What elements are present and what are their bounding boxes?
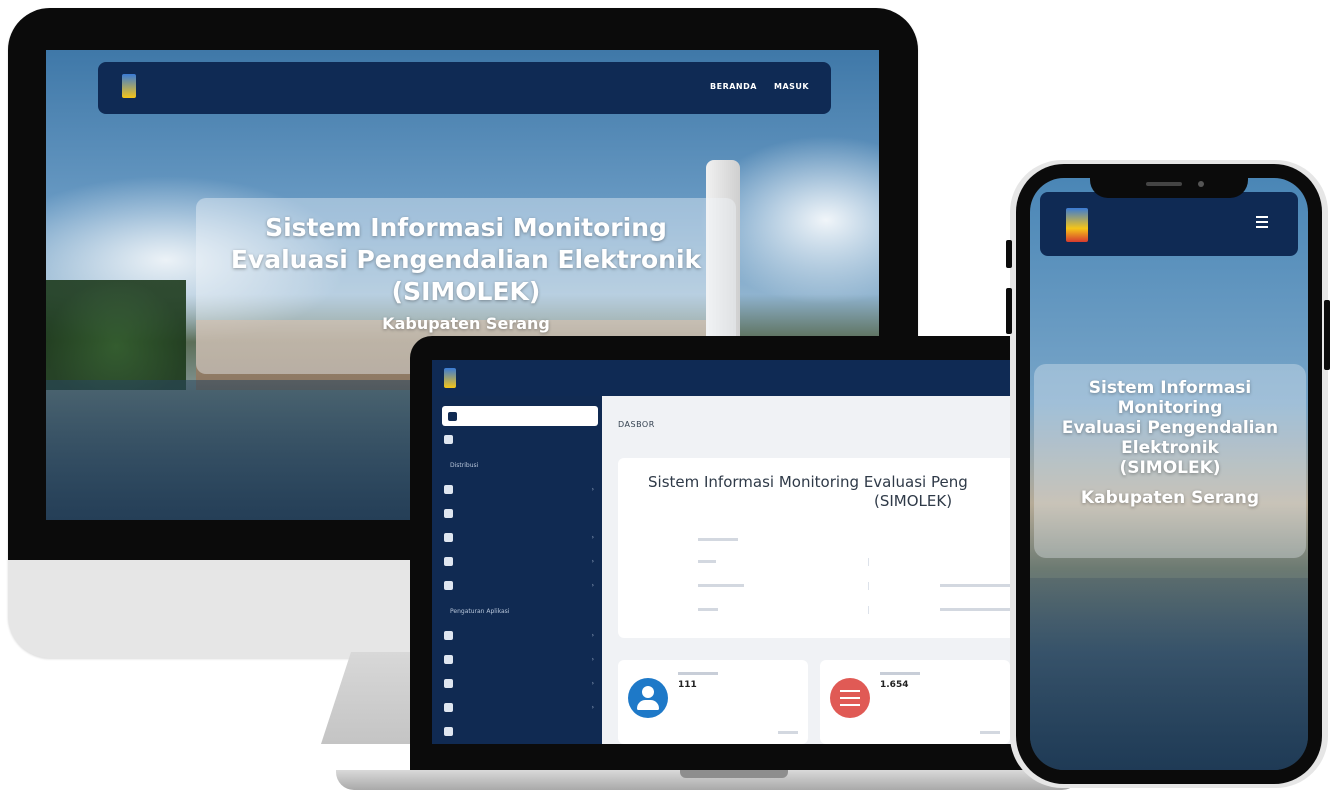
hamburger-menu-icon[interactable]	[1256, 216, 1268, 228]
desktop-hero-subtitle: Kabupaten Serang	[382, 314, 550, 333]
laptop-topbar	[432, 360, 1012, 396]
hero-title-line: Sistem Informasi	[1088, 378, 1252, 398]
sidebar-item[interactable]: ›	[444, 482, 594, 496]
folder-icon	[444, 532, 453, 542]
logo-icon[interactable]	[122, 74, 136, 98]
sidebar-item[interactable]: ›	[444, 530, 594, 544]
phone-screen: Sistem Informasi Monitoring Evaluasi Pen…	[1030, 178, 1308, 770]
info-row-value	[940, 584, 1012, 587]
info-card: Sistem Informasi Monitoring Evaluasi Pen…	[618, 458, 1012, 638]
logo-icon[interactable]	[1066, 208, 1088, 242]
info-row-label	[698, 538, 738, 541]
speaker-icon	[1146, 182, 1182, 186]
hero-title-line: (SIMOLEK)	[391, 277, 541, 306]
info-row-label	[698, 608, 718, 611]
building-icon	[444, 580, 453, 590]
phone-volume-button	[1006, 288, 1012, 334]
info-divider	[868, 582, 869, 590]
hero-title-line: (SIMOLEK)	[1119, 458, 1221, 478]
sidebar-item[interactable]: ›	[444, 700, 594, 714]
list-icon	[444, 678, 453, 688]
phone-power-button	[1324, 300, 1330, 370]
laptop-main-content: DASBOR Sistem Informasi Monitoring Evalu…	[602, 396, 1012, 744]
chart-icon	[444, 702, 453, 712]
desktop-hero-title: Sistem Informasi Monitoring Evaluasi Pen…	[196, 212, 736, 308]
user-icon	[628, 678, 668, 718]
laptop-screen: Distribusi › › › › Pengaturan Aplikasi ›…	[432, 360, 1012, 744]
logo-icon[interactable]	[444, 368, 456, 388]
hero-title-line: Evaluasi Pengendalian Elektronik	[230, 245, 702, 274]
info-divider	[868, 606, 869, 614]
phone-navbar	[1040, 192, 1298, 256]
tools-icon	[444, 630, 453, 640]
user-icon	[444, 654, 453, 664]
sidebar-section-label: Pengaturan Aplikasi	[450, 608, 510, 615]
calendar-icon	[444, 508, 453, 518]
card-title-acronym: (SIMOLEK)	[874, 492, 953, 510]
info-row-label	[698, 560, 716, 563]
phone-volume-button	[1006, 240, 1012, 268]
page-title: DASBOR	[618, 420, 655, 429]
hero-title-line: Evaluasi Pengendalian	[1061, 418, 1279, 438]
sidebar-item-dasbor[interactable]	[442, 406, 598, 426]
sidebar-item[interactable]: ›	[444, 578, 594, 592]
sidebar-item[interactable]: ›	[444, 554, 594, 568]
chevron-right-icon: ›	[591, 703, 594, 711]
building-icon	[444, 556, 453, 566]
hero-title-line: Sistem Informasi Monitoring	[265, 213, 667, 242]
sidebar-item[interactable]	[444, 506, 594, 520]
chevron-right-icon: ›	[591, 581, 594, 589]
stat-card[interactable]: 111	[618, 660, 808, 744]
info-row-value	[940, 608, 1010, 611]
phone-notch	[1090, 170, 1248, 198]
sidebar-item[interactable]: ›	[444, 676, 594, 690]
stat-label	[880, 672, 920, 675]
card-title: Sistem Informasi Monitoring Evaluasi Pen…	[648, 473, 968, 491]
settings-icon	[444, 726, 453, 736]
phone-hero-panel: Sistem Informasi Monitoring Evaluasi Pen…	[1034, 364, 1306, 558]
phone-hero-subtitle: Kabupaten Serang	[1080, 488, 1260, 508]
home-icon	[444, 434, 453, 444]
chevron-right-icon: ›	[591, 631, 594, 639]
chevron-right-icon: ›	[591, 655, 594, 663]
stat-card[interactable]: 1.654	[820, 660, 1010, 744]
stat-detail-link[interactable]	[980, 731, 1000, 734]
stat-detail-link[interactable]	[778, 731, 798, 734]
stat-label	[678, 672, 718, 675]
background-trees	[46, 280, 186, 390]
device-mockup-stage: BERANDA MASUK Sistem Informasi Monitorin…	[0, 0, 1334, 792]
sidebar-item[interactable]	[444, 724, 594, 738]
laptop-sidebar: Distribusi › › › › Pengaturan Aplikasi ›…	[432, 396, 602, 744]
camera-icon	[1198, 181, 1204, 187]
chevron-right-icon: ›	[591, 533, 594, 541]
hero-title-line: Elektronik	[1121, 438, 1219, 458]
folder-icon	[444, 484, 453, 494]
sidebar-section-label: Distribusi	[450, 462, 479, 469]
info-row-label	[698, 584, 744, 587]
phone-hero-title: Sistem Informasi Monitoring Evaluasi Pen…	[1034, 378, 1306, 478]
nav-link-masuk[interactable]: MASUK	[774, 82, 809, 91]
sidebar-item[interactable]: ›	[444, 652, 594, 666]
sidebar-item[interactable]: ›	[444, 628, 594, 642]
dashboard-icon	[448, 411, 457, 421]
stat-value: 1.654	[880, 680, 909, 690]
stat-value: 111	[678, 680, 697, 690]
sidebar-item[interactable]	[444, 432, 594, 446]
desktop-navbar: BERANDA MASUK	[98, 62, 831, 114]
laptop-notch	[680, 770, 788, 778]
nav-link-beranda[interactable]: BERANDA	[710, 82, 757, 91]
chevron-right-icon: ›	[591, 485, 594, 493]
list-icon	[830, 678, 870, 718]
chevron-right-icon: ›	[591, 679, 594, 687]
info-divider	[868, 558, 869, 566]
hero-title-line: Monitoring	[1117, 398, 1223, 418]
chevron-right-icon: ›	[591, 557, 594, 565]
background-reflection	[1030, 578, 1308, 770]
